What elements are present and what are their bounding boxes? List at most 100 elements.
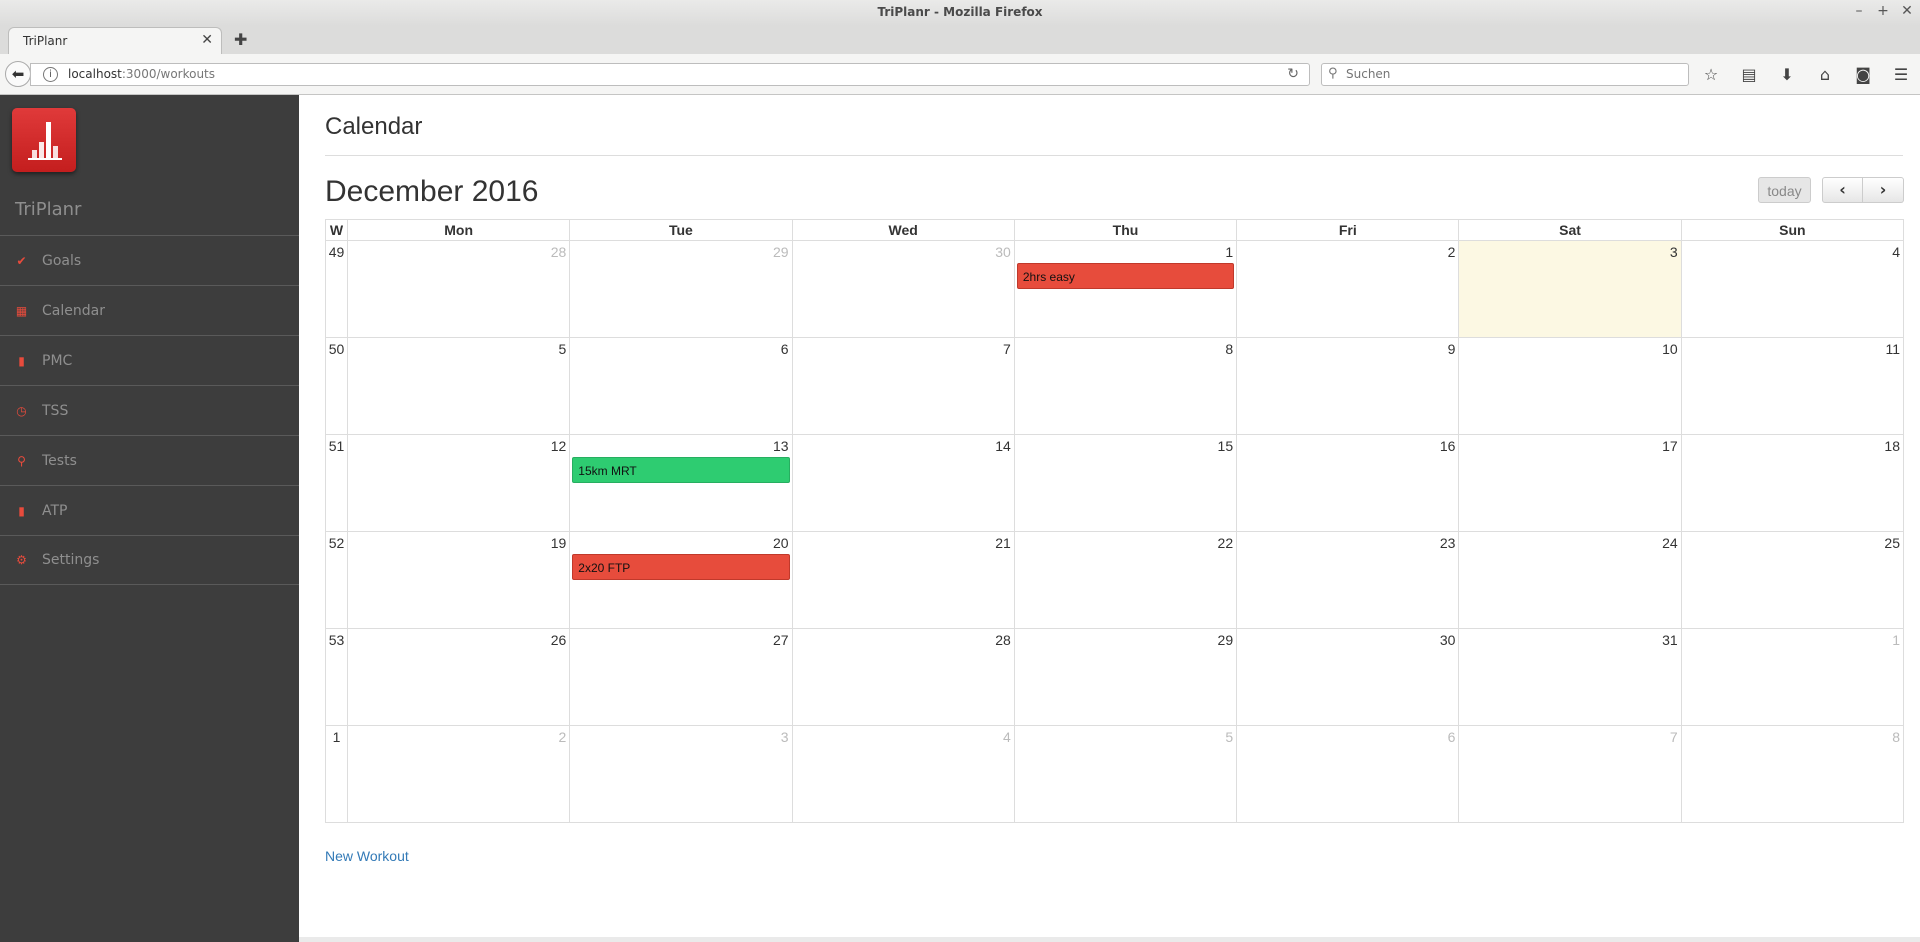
- day-cell[interactable]: 2: [346, 725, 571, 823]
- day-cell[interactable]: 3: [569, 725, 793, 823]
- day-cell[interactable]: 19: [346, 531, 571, 629]
- gear-icon: ⚙: [16, 553, 27, 567]
- day-number: 5: [558, 341, 567, 357]
- month-nav: ‹ ›: [1822, 177, 1904, 203]
- minimize-icon[interactable]: –: [1852, 3, 1866, 19]
- day-number: 31: [1662, 632, 1678, 648]
- app-logo[interactable]: [12, 108, 76, 172]
- week-number-cell: 50: [325, 337, 348, 435]
- day-cell-today[interactable]: 3: [1458, 240, 1682, 338]
- day-cell[interactable]: 5: [1013, 725, 1238, 823]
- day-cell[interactable]: 24: [1458, 531, 1682, 629]
- day-cell[interactable]: 27: [569, 628, 793, 726]
- today-button[interactable]: today: [1758, 177, 1811, 203]
- download-icon[interactable]: ⬇: [1776, 65, 1798, 84]
- day-cell[interactable]: 12: [346, 434, 571, 532]
- sidebar-item-label: TSS: [42, 402, 69, 419]
- day-cell[interactable]: 8: [1680, 725, 1905, 823]
- close-window-icon[interactable]: ✕: [1900, 3, 1914, 19]
- reading-list-icon[interactable]: ▤: [1738, 65, 1760, 84]
- search-input[interactable]: [1344, 66, 1678, 82]
- menu-icon[interactable]: ☰: [1890, 65, 1912, 84]
- day-cell[interactable]: 7: [791, 337, 1015, 435]
- logo-chart-icon: [28, 122, 62, 160]
- day-cell[interactable]: 22: [1013, 531, 1238, 629]
- next-month-button[interactable]: ›: [1863, 177, 1904, 203]
- tab-close-icon[interactable]: ✕: [201, 32, 213, 48]
- day-number: 1: [1892, 632, 1900, 648]
- search-icon: ⚲: [1328, 66, 1338, 81]
- day-cell[interactable]: 29: [1013, 628, 1238, 726]
- search-bar[interactable]: ⚲: [1321, 63, 1689, 86]
- day-header-fri: Fri: [1236, 219, 1460, 241]
- day-cell[interactable]: 23: [1236, 531, 1460, 629]
- day-cell[interactable]: 4: [791, 725, 1015, 823]
- info-icon[interactable]: i: [43, 67, 58, 82]
- workout-event[interactable]: 2hrs easy: [1016, 263, 1235, 289]
- url-bar[interactable]: i localhost:3000/workouts ↻: [30, 63, 1310, 86]
- back-button[interactable]: ⬅: [5, 61, 31, 87]
- day-cell[interactable]: 21: [791, 531, 1015, 629]
- browser-tab[interactable]: TriPlanr ✕: [8, 27, 222, 54]
- new-tab-icon[interactable]: ✚: [234, 30, 247, 49]
- sidebar-item-settings[interactable]: ⚙ Settings: [0, 535, 299, 585]
- day-cell[interactable]: 18: [1680, 434, 1905, 532]
- day-cell[interactable]: 15: [1013, 434, 1238, 532]
- day-cell[interactable]: 20 2x20 FTP: [569, 531, 793, 629]
- day-cell[interactable]: 11: [1680, 337, 1905, 435]
- day-cell[interactable]: 1 2hrs easy: [1013, 240, 1238, 338]
- day-cell[interactable]: 13 15km MRT: [569, 434, 793, 532]
- calendar-header-row: W Mon Tue Wed Thu Fri Sat Sun: [325, 219, 1905, 241]
- maximize-icon[interactable]: +: [1876, 3, 1890, 19]
- sidebar-item-goals[interactable]: ✔ Goals: [0, 235, 299, 285]
- day-cell[interactable]: 10: [1458, 337, 1682, 435]
- day-cell[interactable]: 16: [1236, 434, 1460, 532]
- day-cell[interactable]: 6: [569, 337, 793, 435]
- day-cell[interactable]: 7: [1458, 725, 1682, 823]
- browser-navbar: ⬅ i localhost:3000/workouts ↻ ⚲ ☆ ▤ ⬇ ⌂ …: [0, 54, 1920, 95]
- new-workout-link[interactable]: New Workout: [325, 848, 409, 864]
- day-cell[interactable]: 26: [346, 628, 571, 726]
- reload-icon[interactable]: ↻: [1287, 66, 1299, 82]
- day-number: 16: [1439, 438, 1456, 454]
- day-number: 29: [1217, 632, 1234, 648]
- day-cell[interactable]: 4: [1680, 240, 1905, 338]
- day-cell[interactable]: 2: [1236, 240, 1460, 338]
- bar-chart-icon: ▮: [18, 503, 25, 518]
- day-cell[interactable]: 29: [569, 240, 793, 338]
- day-cell[interactable]: 6: [1236, 725, 1460, 823]
- week-number: 52: [328, 535, 345, 551]
- day-cell[interactable]: 14: [791, 434, 1015, 532]
- sidebar-item-label: PMC: [42, 352, 73, 369]
- day-cell[interactable]: 5: [346, 337, 571, 435]
- check-circle-icon: ✔: [16, 253, 27, 268]
- sidebar-item-tss[interactable]: ◷ TSS: [0, 385, 299, 435]
- sidebar-item-atp[interactable]: ▮ ATP: [0, 485, 299, 535]
- pocket-icon[interactable]: ◙: [1852, 65, 1874, 84]
- day-cell[interactable]: 17: [1458, 434, 1682, 532]
- sidebar-item-tests[interactable]: ⚲ Tests: [0, 435, 299, 485]
- sidebar-item-calendar[interactable]: ▦ Calendar: [0, 285, 299, 335]
- sidebar-item-pmc[interactable]: ▮ PMC: [0, 335, 299, 385]
- home-icon[interactable]: ⌂: [1814, 65, 1836, 84]
- day-cell[interactable]: 8: [1013, 337, 1238, 435]
- prev-month-button[interactable]: ‹: [1822, 177, 1863, 203]
- day-cell[interactable]: 28: [791, 628, 1015, 726]
- day-cell[interactable]: 30: [791, 240, 1015, 338]
- day-cell[interactable]: 25: [1680, 531, 1905, 629]
- day-cell[interactable]: 28: [346, 240, 571, 338]
- day-number: 6: [1447, 729, 1456, 745]
- workout-event[interactable]: 15km MRT: [572, 457, 790, 483]
- url-path: :3000/workouts: [121, 67, 216, 81]
- workout-event[interactable]: 2x20 FTP: [572, 554, 790, 580]
- day-cell[interactable]: 31: [1458, 628, 1682, 726]
- day-cell[interactable]: 1: [1680, 628, 1905, 726]
- calendar-icon: ▦: [15, 303, 28, 318]
- day-cell[interactable]: 9: [1236, 337, 1460, 435]
- day-number: 3: [1669, 244, 1678, 260]
- day-cell[interactable]: 30: [1236, 628, 1460, 726]
- day-number: 21: [995, 535, 1011, 551]
- main-content: Calendar December 2016 today ‹ › W Mon Tue…: [299, 95, 1920, 937]
- day-header-sun: Sun: [1680, 219, 1905, 241]
- bookmark-star-icon[interactable]: ☆: [1700, 65, 1722, 84]
